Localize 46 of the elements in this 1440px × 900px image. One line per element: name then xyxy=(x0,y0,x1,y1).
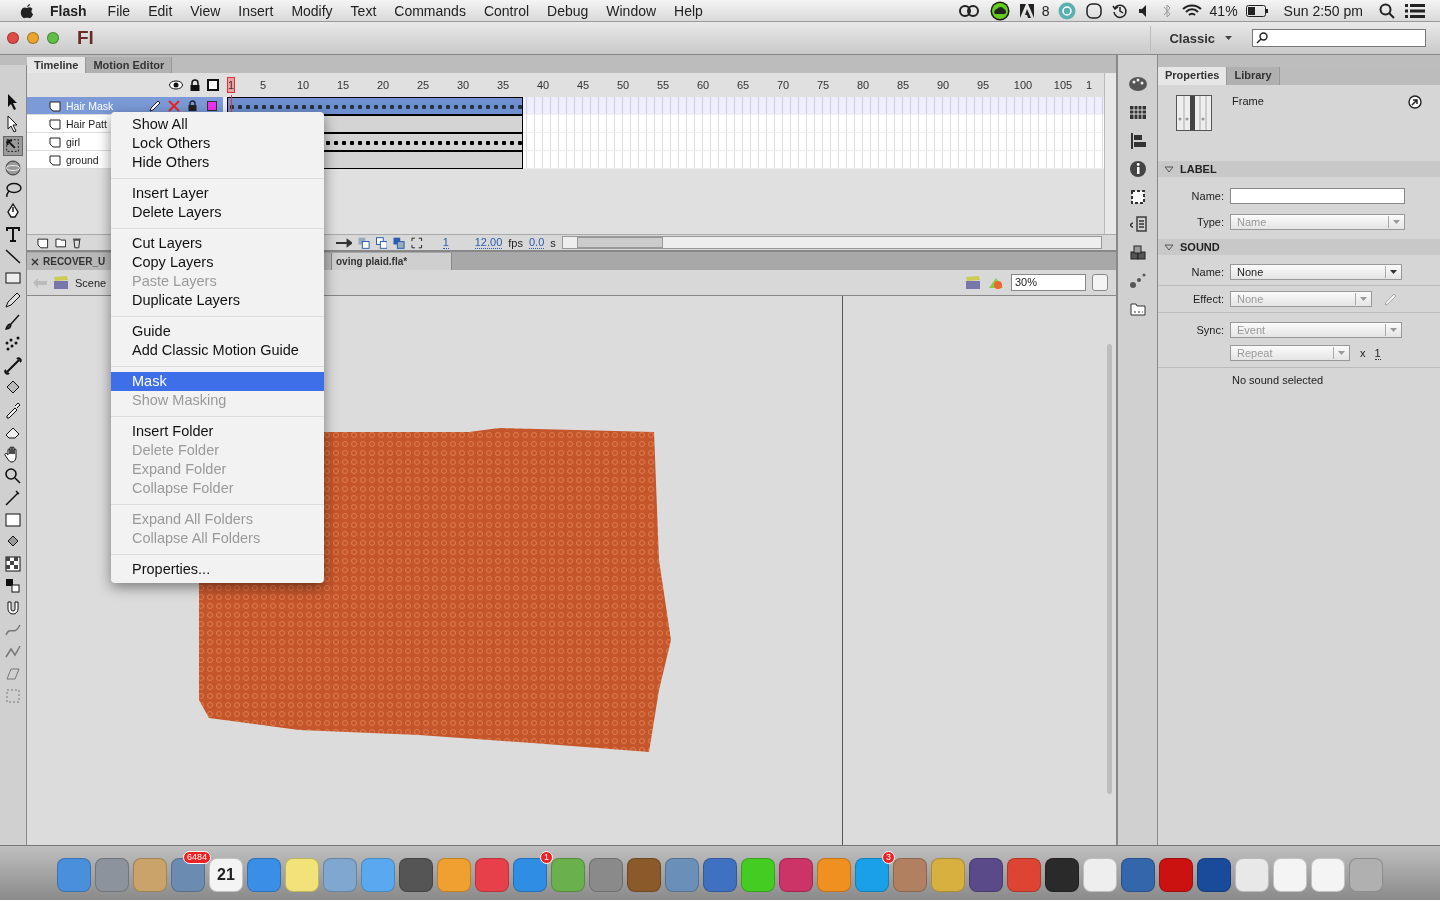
field-label: Sync: xyxy=(1195,324,1224,336)
layer-name: ground xyxy=(66,153,99,166)
fps-unit: fps xyxy=(508,236,523,249)
frame-number: 85 xyxy=(895,79,911,91)
field-label: Type: xyxy=(1196,216,1224,228)
status-message: No sound selected xyxy=(1231,373,1325,386)
frame-number: 35 xyxy=(495,79,511,91)
field-label: Name: xyxy=(1190,190,1224,202)
time-unit: s xyxy=(550,236,556,249)
frame-number: 45 xyxy=(575,79,591,91)
layer-name: Hair Patt xyxy=(66,117,107,130)
frame-number: 90 xyxy=(935,79,951,91)
frame-number: 100 xyxy=(1012,79,1034,91)
section-title: LABEL xyxy=(1180,163,1217,175)
frame-number: 70 xyxy=(775,79,791,91)
frame-number: 40 xyxy=(535,79,551,91)
frame-number: 55 xyxy=(655,79,671,91)
frame-number: 30 xyxy=(455,79,471,91)
frame-number: 25 xyxy=(415,79,431,91)
frame-number: 60 xyxy=(695,79,711,91)
frame-number: 80 xyxy=(855,79,871,91)
scene-name: Scene xyxy=(75,276,107,289)
update-count: 8 xyxy=(1040,2,1051,19)
frame-number: 10 xyxy=(295,79,311,91)
frame-number: 50 xyxy=(615,79,631,91)
battery-percent: 41% xyxy=(1208,2,1239,19)
frame-number: 95 xyxy=(975,79,991,91)
frame-number: 1 xyxy=(227,77,235,93)
frame-number: 20 xyxy=(375,79,391,91)
app-logo: Fl xyxy=(77,27,94,49)
times-sign: x xyxy=(1360,347,1366,359)
frame-number: 65 xyxy=(735,79,751,91)
section-title: SOUND xyxy=(1180,241,1220,253)
object-type: Frame xyxy=(1232,95,1265,109)
frame-number: 15 xyxy=(335,79,351,91)
field-label: Name: xyxy=(1190,266,1224,278)
layer-name: girl xyxy=(66,135,80,148)
frame-number: 75 xyxy=(815,79,831,91)
layer-name: Hair Mask xyxy=(66,99,114,112)
notification-badge: 6484 xyxy=(182,851,211,864)
notification-badge: 1 xyxy=(540,851,553,864)
notification-badge: 3 xyxy=(882,851,895,864)
field-label: Effect: xyxy=(1192,293,1224,305)
frame-number: 1 xyxy=(1084,79,1094,91)
frame-number: 5 xyxy=(258,79,268,91)
frame-number: 105 xyxy=(1052,79,1074,91)
